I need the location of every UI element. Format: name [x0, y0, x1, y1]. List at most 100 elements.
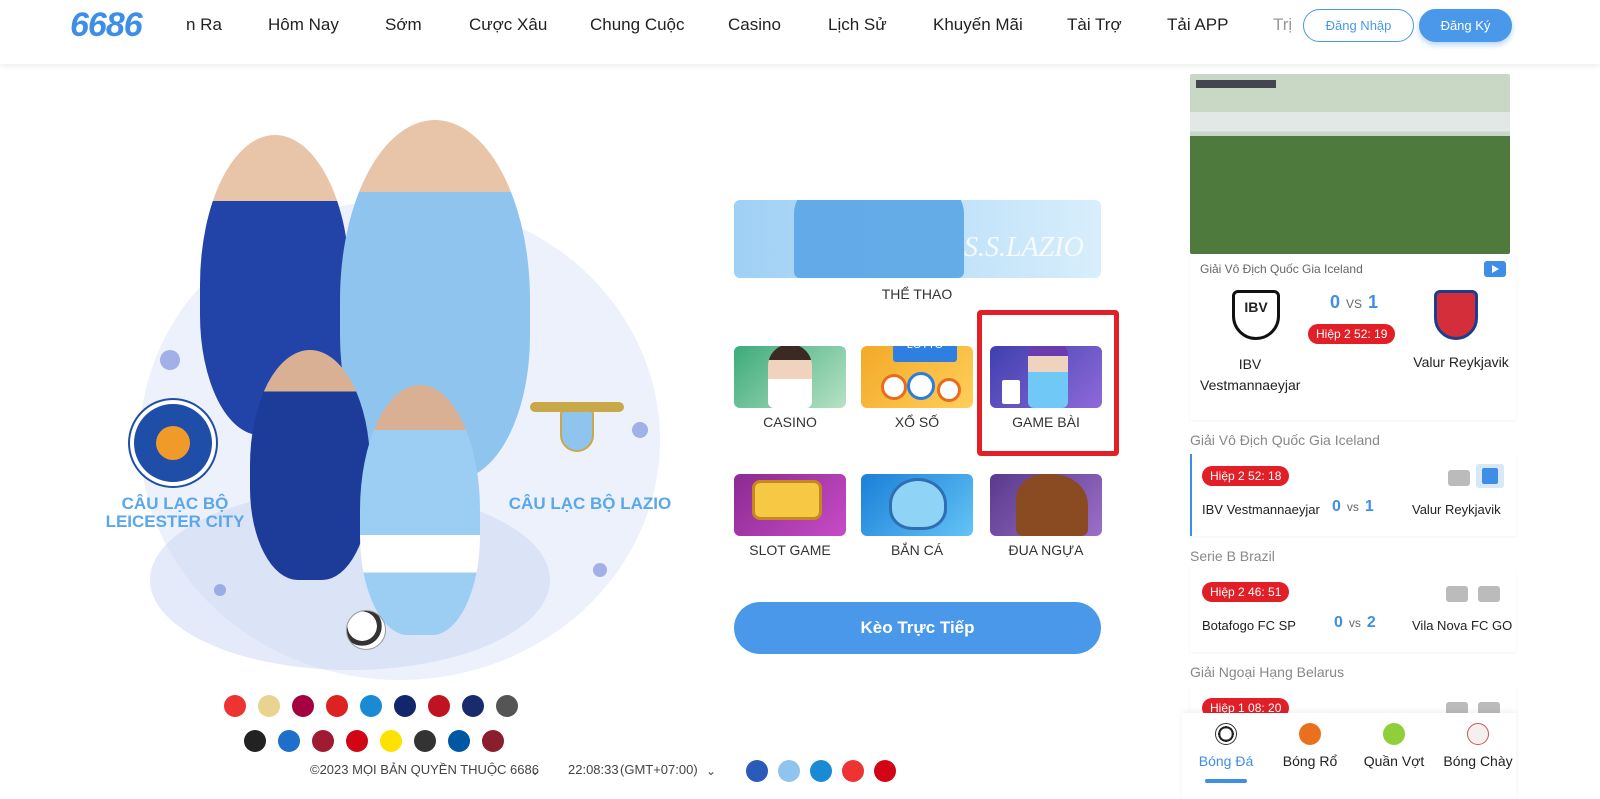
lottery-label[interactable]: XỔ SỐ [861, 414, 973, 430]
timezone-chevron-icon[interactable]: ⌄ [706, 764, 716, 778]
away-team-name: Vila Nova FC GO [1412, 618, 1513, 633]
footer-league-logos [746, 760, 896, 782]
slot-game-tile[interactable] [734, 474, 846, 536]
play-video-icon[interactable] [1476, 464, 1504, 488]
dortmund-logo-icon [380, 730, 402, 752]
away-team-crest-icon [1434, 290, 1478, 340]
card-game-label[interactable]: GAME BÀI [990, 414, 1102, 430]
fishing-tile[interactable] [861, 474, 973, 536]
stats-icon[interactable] [1448, 470, 1470, 486]
basketball-icon [1299, 723, 1321, 745]
hero-banner: CÂU LẠC BỘ LEICESTER CITY CÂU LẠC BỘ LAZ… [100, 110, 700, 690]
football-icon [1215, 723, 1237, 745]
leicester-small-icon [746, 760, 768, 782]
league-title: Serie B Brazil [1190, 548, 1275, 564]
nav-link-overflow[interactable]: Trị [1273, 15, 1295, 35]
match-score: 0 vs 2 [1334, 614, 1376, 631]
league-title: Giải Ngoại Hạng Belarus [1190, 664, 1345, 680]
nav-link-sponsor[interactable]: Tài Trợ [1067, 15, 1122, 35]
timezone-label: (GMT+07:00) [620, 762, 698, 777]
nav-link-early[interactable]: Sớm [385, 15, 422, 35]
stats-icon[interactable] [1446, 586, 1468, 602]
register-button[interactable]: Đăng Ký [1419, 9, 1512, 42]
nav-link-casino[interactable]: Casino [728, 15, 781, 35]
nav-link-promotions[interactable]: Khuyến Mãi [933, 15, 1023, 35]
featured-score: 0 VS 1 [1330, 292, 1379, 312]
leicester-player-running [250, 350, 370, 580]
live-video-player[interactable] [1190, 74, 1510, 254]
laliga-small-icon [842, 760, 864, 782]
site-logo[interactable]: 6686 [70, 6, 143, 45]
active-tab-indicator [1205, 779, 1247, 783]
away-team-name: Valur Reykjavik [1412, 502, 1501, 517]
play-video-icon[interactable] [1478, 586, 1500, 602]
copyright-text: ©2023 MỌI BẢN QUYỀN THUỘC 6686 [310, 762, 539, 777]
monchengladbach-logo-icon [496, 695, 518, 717]
league-logos-row-1 [224, 695, 518, 717]
login-button[interactable]: Đăng Nhập [1303, 9, 1414, 42]
slot-game-label[interactable]: SLOT GAME [734, 542, 846, 558]
card-game-tile[interactable] [990, 346, 1102, 408]
lotto-ticket-icon: LOTTO [893, 346, 957, 362]
nav-link-today[interactable]: Hôm Nay [268, 15, 339, 35]
baseball-icon [1467, 723, 1489, 745]
horse-icon [1016, 474, 1088, 536]
nav-link-parlay[interactable]: Cược Xâu [469, 15, 547, 35]
lotto-ball-icon [881, 374, 907, 400]
lotto-ball-icon [937, 378, 961, 402]
napoli-logo-icon [278, 730, 300, 752]
chevron-down-icon[interactable]: ⌄ [530, 764, 540, 778]
real-madrid-logo-icon [258, 695, 280, 717]
frankfurt-logo-icon [414, 730, 436, 752]
sports-banner[interactable]: S.S.LAZIO [734, 200, 1101, 278]
inter-logo-icon [394, 695, 416, 717]
featured-away-team: Valur Reykjavik [1413, 354, 1509, 370]
tab-baseball[interactable]: Bóng Chày [1438, 723, 1518, 769]
casino-tile[interactable] [734, 346, 846, 408]
play-video-icon[interactable] [1484, 261, 1506, 277]
horse-racing-tile[interactable] [990, 474, 1102, 536]
leicester-caption: CÂU LẠC BỘ LEICESTER CITY [105, 494, 245, 531]
featured-match-card[interactable]: Giải Vô Địch Quốc Gia Iceland IBV 0 VS 1 H… [1190, 254, 1516, 420]
match-card[interactable]: Hiệp 1 08: 20 [1190, 686, 1516, 716]
top-navbar: 6686 n Ra Hôm Nay Sớm Cược Xâu Chung Cuộ… [0, 0, 1600, 64]
tab-tennis[interactable]: Quần Vợt [1354, 723, 1434, 769]
slot-machine-icon [752, 480, 822, 520]
stadium-stand [1190, 112, 1510, 136]
featured-league-name: Giải Vô Địch Quốc Gia Iceland [1200, 262, 1363, 276]
featured-match-status: Hiệp 2 52: 19 [1308, 324, 1396, 344]
leicester-crest-icon [130, 400, 216, 486]
match-card[interactable]: Hiệp 2 46: 51 Botafogo FC SP 0 vs 2 Vila N… [1190, 570, 1516, 652]
roma-logo-icon [312, 730, 334, 752]
sports-label[interactable]: THỂ THAO [861, 286, 973, 302]
lazio-player-running [360, 385, 480, 635]
serie-a-small-icon [810, 760, 832, 782]
tennis-ball-icon [1383, 723, 1405, 745]
nav-link-history[interactable]: Lịch Sử [828, 15, 887, 35]
home-team-crest-icon: IBV [1232, 290, 1280, 340]
tab-label: Quần Vợt [1363, 753, 1425, 769]
live-matches-panel: Giải Vô Địch Quốc Gia Iceland IBV 0 VS 1 H… [1190, 72, 1516, 799]
milan-logo-icon [428, 695, 450, 717]
nav-link-outright[interactable]: Chung Cuộc [590, 15, 685, 35]
match-card[interactable]: Hiệp 2 52: 18 IBV Vestmannaeyjar 0 vs 1 Va… [1190, 454, 1516, 536]
tab-basketball[interactable]: Bóng Rổ [1270, 723, 1350, 769]
nav-link-live[interactable]: n Ra [186, 15, 222, 35]
lazio-team-photo [794, 200, 964, 278]
casino-label[interactable]: CASINO [734, 414, 846, 430]
bundesliga-logo-icon [346, 730, 368, 752]
lotto-ball-icon [907, 372, 935, 400]
match-status: Hiệp 2 52: 18 [1202, 466, 1290, 486]
playing-card-icon [1002, 380, 1020, 404]
tab-football[interactable]: Bóng Đá [1186, 723, 1266, 783]
tab-label: Bóng Chày [1443, 753, 1513, 769]
live-odds-button[interactable]: Kèo Trực Tiếp [734, 602, 1101, 654]
bologna-logo-icon [462, 695, 484, 717]
bochum-logo-icon [448, 730, 470, 752]
nav-link-download-app[interactable]: Tải APP [1167, 15, 1228, 35]
horse-racing-label[interactable]: ĐUA NGỰA [990, 542, 1102, 558]
featured-home-team: IBV Vestmannaeyjar [1200, 356, 1301, 393]
lottery-tile[interactable]: LOTTO [861, 346, 973, 408]
atletico-logo-icon [326, 695, 348, 717]
fishing-label[interactable]: BẮN CÁ [861, 542, 973, 558]
